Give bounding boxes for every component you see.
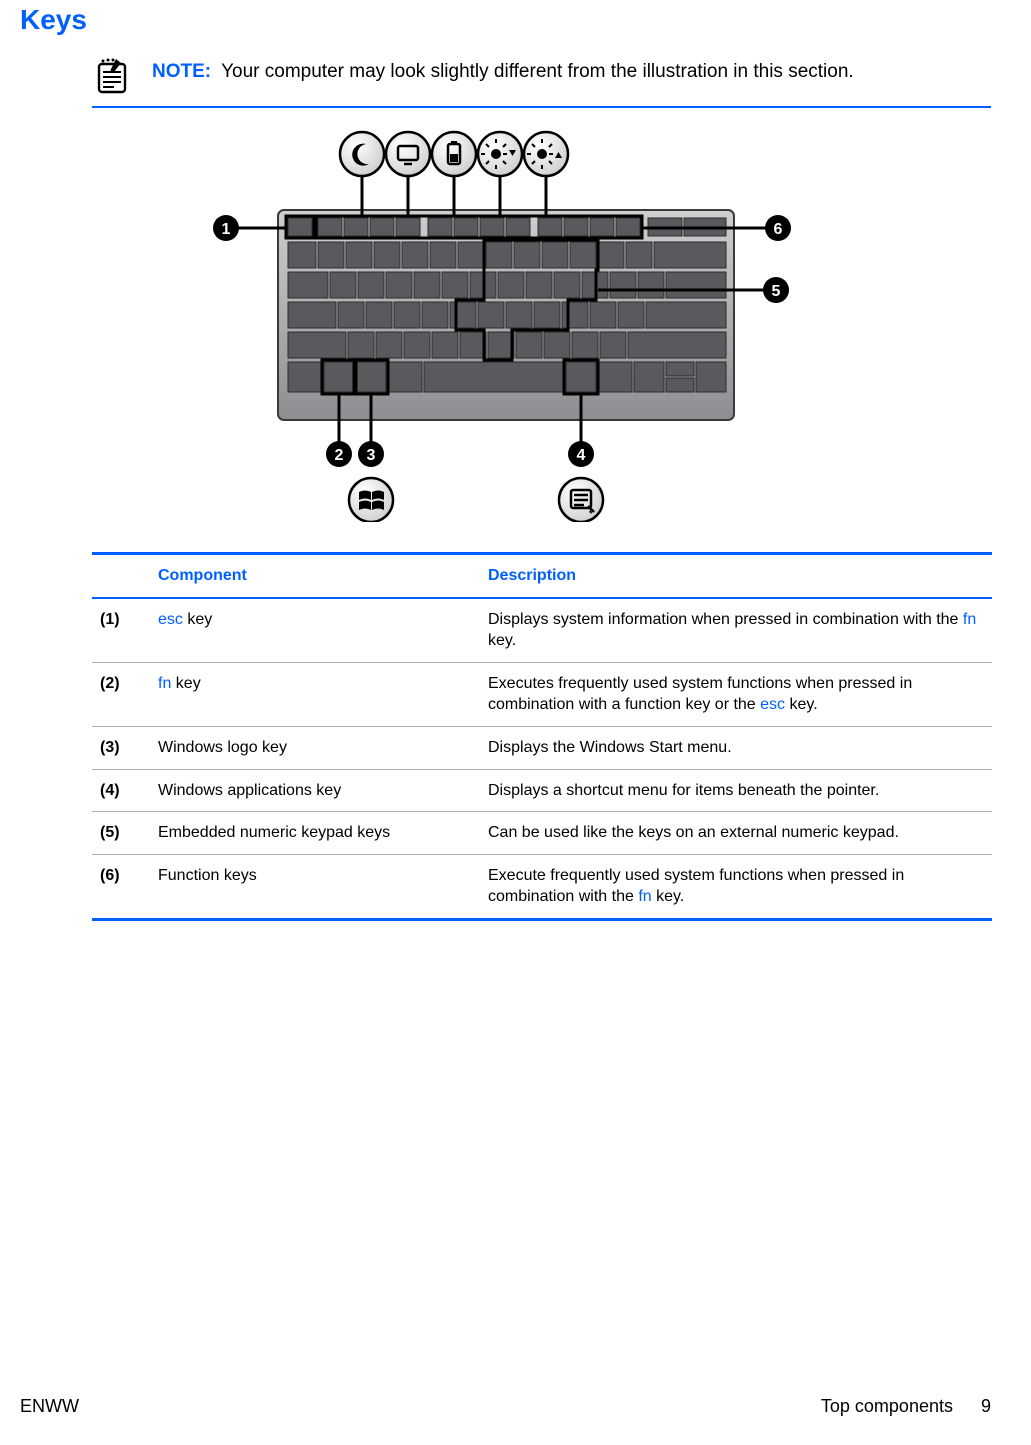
- row-description: Displays a shortcut menu for items benea…: [480, 769, 992, 812]
- row-index: (1): [92, 598, 150, 663]
- callout-6: 6: [765, 215, 791, 241]
- note-block: NOTE: Your computer may look slightly dif…: [92, 50, 991, 108]
- svg-text:5: 5: [771, 283, 780, 300]
- page-footer: ENWW Top components 9: [20, 1396, 991, 1417]
- table-row: (1)esc keyDisplays system information wh…: [92, 598, 992, 663]
- text-fragment: Displays system information when pressed…: [488, 611, 963, 628]
- text-fragment: Can be used like the keys on an external…: [488, 824, 899, 841]
- text-fragment: key: [183, 611, 212, 628]
- bubble-battery-icon: [432, 132, 476, 176]
- bubble-display-icon: [386, 132, 430, 176]
- bubble-brightness-down-icon: [478, 132, 522, 176]
- note-body: Your computer may look slightly differen…: [221, 61, 854, 82]
- svg-text:2: 2: [334, 447, 343, 464]
- document-page: Keys NOTE: Your computer may look slightl…: [0, 0, 1031, 1445]
- row-description: Can be used like the keys on an external…: [480, 812, 992, 855]
- row-component: Embedded numeric keypad keys: [150, 812, 480, 855]
- text-fragment: Displays the Windows Start menu.: [488, 739, 732, 756]
- callout-3: 3: [358, 441, 384, 467]
- svg-text:3: 3: [366, 447, 375, 464]
- footer-page-number: 9: [981, 1396, 991, 1417]
- callout-2: 2: [326, 441, 352, 467]
- row-component: Windows logo key: [150, 726, 480, 769]
- table-row: (6) Function keys Execute frequently used …: [92, 854, 992, 919]
- th-blank: [92, 554, 150, 598]
- note-text: NOTE: Your computer may look slightly dif…: [152, 56, 854, 85]
- row-component: fn key: [150, 662, 480, 726]
- footer-section: Top components: [821, 1396, 953, 1417]
- svg-text:1: 1: [221, 221, 230, 238]
- bubble-brightness-up-icon: [524, 132, 568, 176]
- text-fragment: Executes frequently used system function…: [488, 675, 912, 714]
- text-fragment: Embedded numeric keypad keys: [158, 824, 390, 841]
- inline-link[interactable]: esc: [760, 696, 785, 713]
- inline-link[interactable]: esc: [158, 611, 183, 628]
- row-index: (5): [92, 812, 150, 855]
- row-description: Execute frequently used system functions…: [480, 854, 992, 919]
- footer-left: ENWW: [20, 1396, 79, 1417]
- table-row: (3) Windows logo key Displays the Windows …: [92, 726, 992, 769]
- text-fragment: Windows applications key: [158, 782, 341, 799]
- callout-1: 1: [213, 215, 239, 241]
- row-component: esc key: [150, 598, 480, 663]
- bubble-windows-logo-icon: [349, 478, 393, 522]
- text-fragment: Execute frequently used system functions…: [488, 867, 904, 906]
- inline-link[interactable]: fn: [638, 888, 651, 905]
- row-description: Displays the Windows Start menu.: [480, 726, 992, 769]
- th-component: Component: [150, 554, 480, 598]
- callout-4: 4: [568, 441, 594, 467]
- text-fragment: key.: [785, 696, 818, 713]
- row-component: Windows applications key: [150, 769, 480, 812]
- row-description: Displays system information when pressed…: [480, 598, 992, 663]
- row-index: (6): [92, 854, 150, 919]
- note-icon: [92, 56, 132, 96]
- row-index: (2): [92, 662, 150, 726]
- svg-text:6: 6: [773, 221, 782, 238]
- row-index: (3): [92, 726, 150, 769]
- text-fragment: key.: [488, 632, 516, 649]
- table-row: (4) Windows applications key Displays a sh…: [92, 769, 992, 812]
- section-heading: Keys: [20, 0, 991, 50]
- table-row: (2)fn keyExecutes frequently used system…: [92, 662, 992, 726]
- components-table: Component Description (1)esc keyDisplays…: [92, 552, 992, 921]
- row-description: Executes frequently used system function…: [480, 662, 992, 726]
- text-fragment: key: [171, 675, 200, 692]
- inline-link[interactable]: fn: [963, 611, 976, 628]
- th-description: Description: [480, 554, 992, 598]
- text-fragment: Displays a shortcut menu for items benea…: [488, 782, 879, 799]
- svg-text:4: 4: [576, 447, 585, 464]
- row-component: Function keys: [150, 854, 480, 919]
- callout-5: 5: [763, 277, 789, 303]
- keyboard-illustration: 1 6 5 2 3 4: [20, 122, 991, 522]
- note-label: NOTE:: [152, 61, 211, 82]
- text-fragment: Windows logo key: [158, 739, 287, 756]
- row-index: (4): [92, 769, 150, 812]
- text-fragment: key.: [652, 888, 685, 905]
- table-row: (5) Embedded numeric keypad keys Can be us…: [92, 812, 992, 855]
- inline-link[interactable]: fn: [158, 675, 171, 692]
- bubble-menu-icon: [559, 478, 603, 522]
- text-fragment: Function keys: [158, 867, 257, 884]
- bubble-sleep-icon: [340, 132, 384, 176]
